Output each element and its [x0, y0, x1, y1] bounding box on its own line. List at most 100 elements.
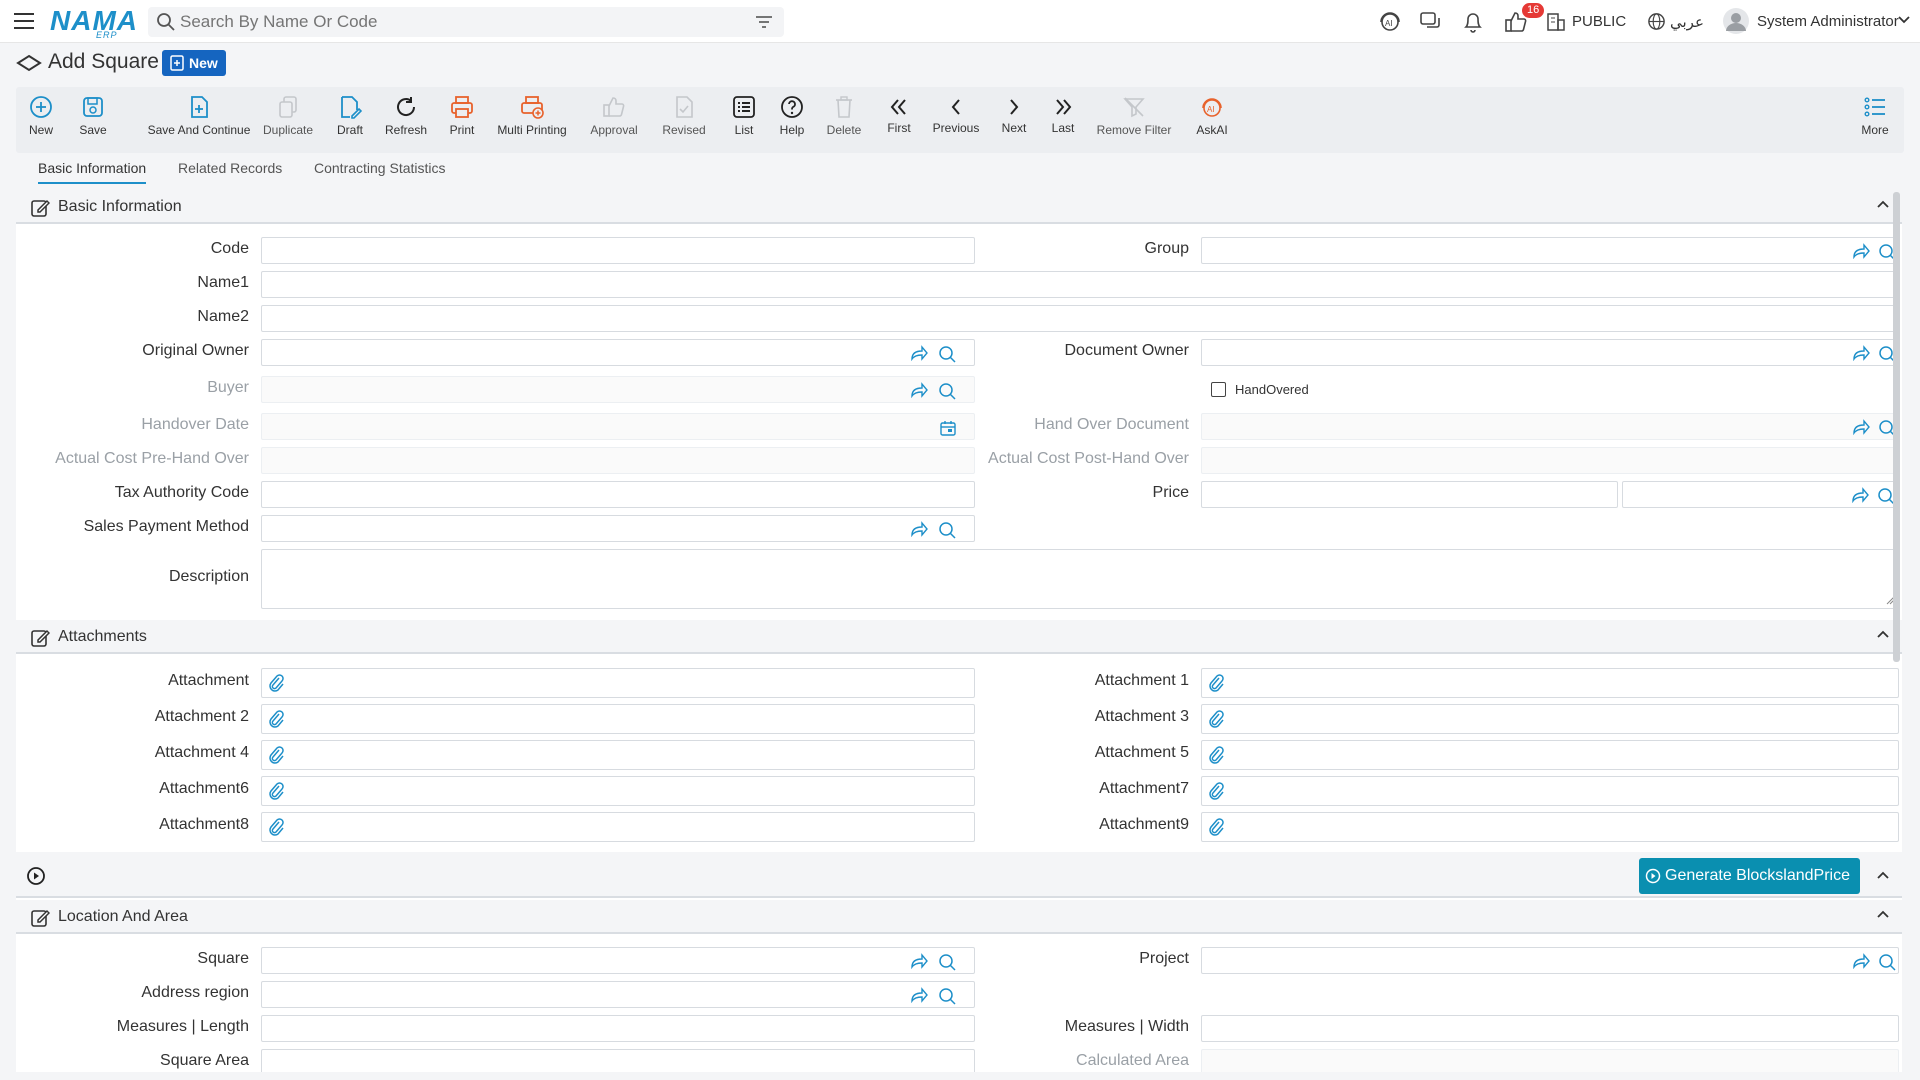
- tab-contracting-statistics[interactable]: Contracting Statistics: [314, 160, 446, 176]
- square-field[interactable]: [261, 947, 975, 974]
- measures-width-input[interactable]: [1202, 1016, 1898, 1041]
- attachment-1-field[interactable]: [1201, 668, 1899, 698]
- description-textarea[interactable]: [261, 549, 1899, 609]
- paperclip-icon[interactable]: [268, 782, 284, 800]
- tab-basic-information[interactable]: Basic Information: [38, 160, 147, 184]
- name2-field[interactable]: [261, 305, 1899, 332]
- measures-length-input[interactable]: [262, 1016, 974, 1041]
- askai-button[interactable]: AI AskAI: [1192, 95, 1232, 137]
- revised-button[interactable]: Revised: [659, 95, 709, 137]
- open-link-icon[interactable]: [1852, 419, 1870, 435]
- paperclip-icon[interactable]: [268, 746, 284, 764]
- open-link-icon[interactable]: [910, 521, 928, 537]
- square-area-field[interactable]: [261, 1049, 975, 1072]
- paperclip-icon[interactable]: [1208, 710, 1224, 728]
- delete-button[interactable]: Delete: [824, 95, 864, 137]
- measures-width-field[interactable]: [1201, 1015, 1899, 1042]
- next-button[interactable]: Next: [999, 97, 1029, 135]
- open-link-icon[interactable]: [1852, 345, 1870, 361]
- price-currency-field[interactable]: [1622, 481, 1899, 508]
- help-button[interactable]: Help: [776, 95, 808, 137]
- lookup-search-icon[interactable]: [938, 382, 956, 400]
- handover-date-field[interactable]: [261, 413, 975, 440]
- save-and-continue-button[interactable]: Save And Continue: [131, 95, 267, 137]
- multi-printing-button[interactable]: Multi Printing: [494, 95, 570, 137]
- play-circle-icon[interactable]: [26, 866, 46, 886]
- last-button[interactable]: Last: [1048, 97, 1078, 135]
- language-switch[interactable]: عربي: [1670, 13, 1704, 31]
- draft-button[interactable]: Draft: [331, 95, 369, 137]
- buyer-field[interactable]: [261, 376, 975, 403]
- open-link-icon[interactable]: [1852, 243, 1870, 259]
- address-region-field[interactable]: [261, 981, 975, 1008]
- open-link-icon[interactable]: [1851, 487, 1869, 503]
- square-area-input[interactable]: [262, 1050, 974, 1072]
- attachment-3-field[interactable]: [1201, 704, 1899, 734]
- paperclip-icon[interactable]: [1208, 746, 1224, 764]
- chevron-down-icon[interactable]: [1898, 16, 1910, 24]
- actual-cost-post-field[interactable]: [1201, 447, 1899, 474]
- refresh-button[interactable]: Refresh: [378, 95, 434, 137]
- lookup-search-icon[interactable]: [938, 987, 956, 1005]
- chevron-up-icon[interactable]: [1876, 870, 1890, 880]
- sales-payment-method-field[interactable]: [261, 515, 975, 542]
- code-input[interactable]: [262, 238, 974, 263]
- scrollbar[interactable]: [1893, 192, 1900, 662]
- attachment-7-field[interactable]: [1201, 776, 1899, 806]
- attachment-2-field[interactable]: [261, 704, 975, 734]
- open-link-icon[interactable]: [910, 382, 928, 398]
- price-amount-input[interactable]: [1202, 482, 1617, 507]
- attachment-4-field[interactable]: [261, 740, 975, 770]
- logo[interactable]: NAMA ERP: [50, 5, 138, 40]
- duplicate-button[interactable]: Duplicate: [258, 95, 318, 137]
- user-name[interactable]: System Administrator: [1757, 13, 1899, 30]
- group-field[interactable]: [1201, 237, 1899, 264]
- new-button[interactable]: New: [26, 95, 56, 137]
- chevron-up-icon[interactable]: [1876, 199, 1890, 209]
- lookup-search-icon[interactable]: [938, 521, 956, 539]
- remove-filter-button[interactable]: Remove Filter: [1094, 95, 1174, 137]
- tab-related-records[interactable]: Related Records: [178, 160, 282, 176]
- name1-input[interactable]: [262, 272, 1898, 297]
- generate-blocksland-price-button[interactable]: Generate BlockslandPrice: [1639, 858, 1860, 894]
- filter-icon[interactable]: [756, 15, 772, 29]
- hand-over-document-field[interactable]: [1201, 413, 1899, 440]
- paperclip-icon[interactable]: [268, 818, 284, 836]
- calculated-area-field[interactable]: [1201, 1049, 1899, 1072]
- original-owner-field[interactable]: [261, 339, 975, 366]
- section-location-and-area[interactable]: Location And Area: [16, 900, 1902, 934]
- actual-cost-pre-field[interactable]: [261, 447, 975, 474]
- paperclip-icon[interactable]: [268, 710, 284, 728]
- bell-icon[interactable]: [1462, 10, 1484, 34]
- more-button[interactable]: More: [1858, 95, 1892, 137]
- document-owner-field[interactable]: [1201, 339, 1899, 366]
- open-link-icon[interactable]: [1852, 953, 1870, 969]
- chat-icon[interactable]: [1419, 10, 1443, 34]
- attachment-9-field[interactable]: [1201, 812, 1899, 842]
- paperclip-icon[interactable]: [268, 674, 284, 692]
- globe-icon[interactable]: [1647, 12, 1666, 31]
- save-button[interactable]: Save: [76, 95, 110, 137]
- name2-input[interactable]: [262, 306, 1898, 331]
- open-link-icon[interactable]: [910, 987, 928, 1003]
- attachment-8-field[interactable]: [261, 812, 975, 842]
- price-amount-field[interactable]: [1201, 481, 1618, 508]
- handovered-checkbox[interactable]: [1211, 382, 1226, 397]
- section-basic-information[interactable]: Basic Information: [16, 190, 1902, 224]
- chevron-up-icon[interactable]: [1876, 629, 1890, 639]
- search-input[interactable]: [178, 10, 738, 34]
- print-button[interactable]: Print: [446, 95, 478, 137]
- project-field[interactable]: [1201, 947, 1899, 974]
- section-attachments[interactable]: Attachments: [16, 620, 1902, 654]
- chevron-up-icon[interactable]: [1876, 909, 1890, 919]
- attachment-field[interactable]: [261, 668, 975, 698]
- paperclip-icon[interactable]: [1208, 674, 1224, 692]
- measures-length-field[interactable]: [261, 1015, 975, 1042]
- previous-button[interactable]: Previous: [928, 97, 984, 135]
- avatar[interactable]: [1723, 8, 1749, 34]
- tax-authority-code-field[interactable]: [261, 481, 975, 508]
- tax-authority-code-input[interactable]: [262, 482, 974, 507]
- visibility-label[interactable]: PUBLIC: [1572, 13, 1626, 30]
- attachment-5-field[interactable]: [1201, 740, 1899, 770]
- list-button[interactable]: List: [728, 95, 760, 137]
